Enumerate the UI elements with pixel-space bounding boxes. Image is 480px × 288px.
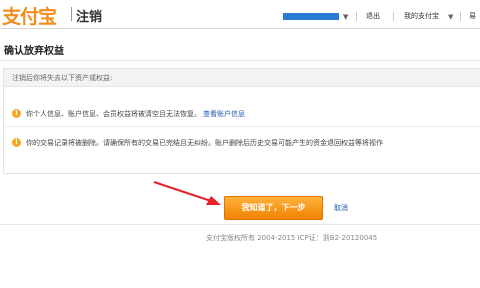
cancel-link[interactable]: 取消 (334, 203, 348, 213)
footer-copyright: 支付宝版权所有 2004-2015 ICP证：浙B2-20120045 (206, 234, 378, 242)
next-step-button[interactable]: 我知道了，下一步 (224, 196, 323, 220)
footer-divider (0, 224, 480, 225)
red-arrow-annotation (153, 181, 221, 205)
